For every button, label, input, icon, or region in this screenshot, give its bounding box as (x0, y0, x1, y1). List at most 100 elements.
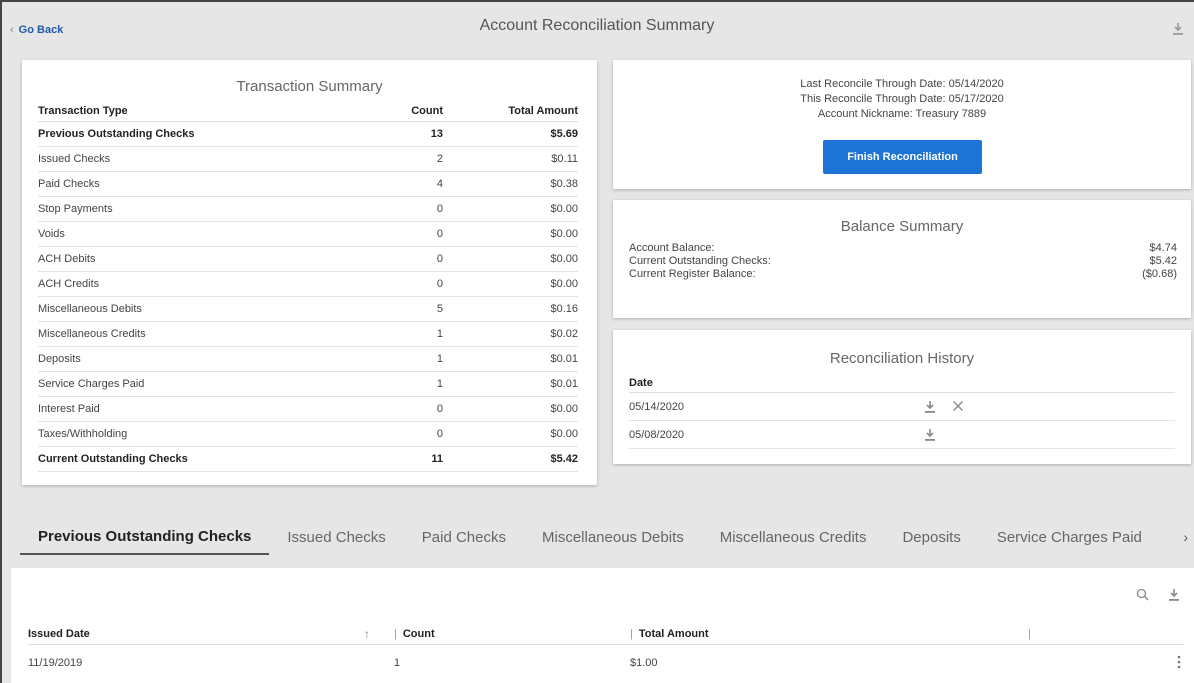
cell-count: 11 (431, 453, 443, 465)
balance-summary-title: Balance Summary (840, 218, 964, 235)
table-row: ACH Debits 0 $0.00 (38, 247, 578, 272)
cell-total-amount: $5.42 (550, 453, 578, 465)
column-header-date: Date (629, 373, 1175, 393)
cell-count: 1 (436, 353, 443, 365)
detail-table-header: Issued Date ↑ | Count | Total Amount | (28, 623, 1184, 645)
column-header-count: Count (411, 104, 443, 117)
table-row: Deposits 1 $0.01 (38, 347, 578, 372)
balance-value: $4.74 (1149, 242, 1177, 254)
transaction-summary-title: Transaction Summary (236, 78, 383, 95)
cell-count: 5 (436, 303, 443, 315)
sort-ascending-icon[interactable]: ↑ (364, 627, 394, 641)
download-icon[interactable] (924, 428, 938, 442)
download-icon[interactable] (1172, 22, 1186, 38)
balance-row: Account Balance: $4.74 (629, 242, 1177, 255)
history-date: 05/14/2020 (629, 400, 685, 413)
cell-count: 0 (436, 403, 443, 415)
cell-total-amount: $0.38 (550, 178, 578, 190)
table-row: Paid Checks 4 $0.38 (38, 172, 578, 197)
tab-deposits[interactable]: Deposits (902, 529, 960, 554)
tab-paid-checks[interactable]: Paid Checks (422, 529, 506, 554)
column-header-transaction-type: Transaction Type (38, 104, 128, 117)
cell-transaction-type: Miscellaneous Credits (38, 328, 146, 340)
column-header-count[interactable]: Count (403, 628, 435, 640)
column-header-total-amount[interactable]: Total Amount (639, 628, 709, 640)
tab-issued-checks[interactable]: Issued Checks (287, 529, 385, 554)
table-row: Taxes/Withholding 0 $0.00 (38, 422, 578, 447)
balance-value: ($0.68) (1142, 268, 1177, 280)
cell-transaction-type: ACH Debits (38, 253, 96, 265)
cell-transaction-type: Deposits (38, 353, 81, 365)
last-reconcile-date: Last Reconcile Through Date: 05/14/2020 (800, 78, 1004, 90)
cell-total-amount: $1.00 (630, 657, 658, 669)
cell-count: 0 (436, 278, 443, 290)
cell-transaction-type: Previous Outstanding Checks (38, 128, 195, 140)
finish-reconciliation-button[interactable]: Finish Reconciliation (823, 140, 982, 174)
column-separator: | (1028, 627, 1031, 640)
table-row: Miscellaneous Debits 5 $0.16 (38, 297, 578, 322)
chevron-right-icon[interactable]: › (1183, 529, 1188, 545)
tab-miscellaneous-credits[interactable]: Miscellaneous Credits (720, 529, 867, 554)
cell-transaction-type: Current Outstanding Checks (38, 453, 188, 465)
cell-transaction-type: Stop Payments (38, 203, 113, 215)
table-row: Issued Checks 2 $0.11 (38, 147, 578, 172)
cell-transaction-type: Paid Checks (38, 178, 100, 190)
search-icon[interactable] (1136, 588, 1150, 602)
reconcile-info-card: Last Reconcile Through Date: 05/14/2020 … (613, 60, 1191, 189)
cell-total-amount: $0.02 (550, 328, 578, 340)
balance-label: Account Balance: (629, 242, 715, 254)
reconciliation-history-title: Reconciliation History (829, 350, 975, 367)
cell-count: 0 (436, 253, 443, 265)
tab-service-charges-paid[interactable]: Service Charges Paid (997, 529, 1142, 554)
balance-summary-rows: Account Balance: $4.74 Current Outstandi… (629, 242, 1177, 281)
cell-transaction-type: Interest Paid (38, 403, 100, 415)
cell-total-amount: $0.00 (550, 203, 578, 215)
download-icon[interactable] (1168, 588, 1182, 602)
table-row: ACH Credits 0 $0.00 (38, 272, 578, 297)
detail-table-panel: Issued Date ↑ | Count | Total Amount | 1… (11, 568, 1194, 683)
page-title: Account Reconciliation Summary (479, 17, 715, 34)
cell-transaction-type: ACH Credits (38, 278, 100, 290)
cell-total-amount: $0.16 (550, 303, 578, 315)
transaction-summary-card: Transaction Summary Transaction Type Cou… (22, 60, 597, 485)
cell-total-amount: $0.11 (551, 153, 578, 165)
table-row: 11/19/2019 1 $1.00 (28, 650, 1184, 676)
page-header: ‹ Go Back Account Reconciliation Summary (0, 0, 1194, 58)
table-row: Interest Paid 0 $0.00 (38, 397, 578, 422)
cell-total-amount: $0.00 (550, 403, 578, 415)
cell-total-amount: $0.00 (550, 253, 578, 265)
column-header-issued-date[interactable]: Issued Date (28, 628, 364, 640)
balance-label: Current Register Balance: (629, 268, 756, 280)
cell-count: 4 (436, 178, 443, 190)
close-icon[interactable] (952, 400, 966, 414)
cell-issued-date: 11/19/2019 (28, 657, 83, 669)
balance-summary-card: Balance Summary Account Balance: $4.74 C… (613, 200, 1191, 318)
cell-count: 1 (436, 328, 443, 340)
download-icon[interactable] (924, 400, 938, 414)
more-options-icon[interactable] (1176, 654, 1182, 672)
history-row: 05/14/2020 (629, 393, 1175, 421)
transaction-summary-table: Transaction Type Count Total Amount Prev… (38, 100, 578, 472)
cell-total-amount: $0.00 (550, 278, 578, 290)
cell-count: 2 (436, 153, 443, 165)
cell-transaction-type: Voids (38, 228, 65, 240)
detail-toolbar (1136, 588, 1182, 602)
tab-previous-outstanding-checks[interactable]: Previous Outstanding Checks (20, 528, 270, 555)
column-separator: | (630, 627, 633, 640)
cell-count: 1 (436, 378, 443, 390)
history-date: 05/08/2020 (629, 428, 685, 441)
table-row: Service Charges Paid 1 $0.01 (38, 372, 578, 397)
column-header-count-wrap: | Count (394, 628, 630, 640)
balance-row: Current Outstanding Checks: $5.42 (629, 255, 1177, 268)
column-header-amount-wrap: | Total Amount (630, 628, 1028, 640)
column-header-total-amount: Total Amount (508, 104, 578, 117)
cell-count: 0 (436, 228, 443, 240)
cell-count: 0 (436, 203, 443, 215)
account-nickname: Account Nickname: Treasury 7889 (817, 108, 987, 120)
cell-transaction-type: Taxes/Withholding (38, 428, 128, 440)
table-row: Voids 0 $0.00 (38, 222, 578, 247)
table-row: Miscellaneous Credits 1 $0.02 (38, 322, 578, 347)
tab-miscellaneous-debits[interactable]: Miscellaneous Debits (542, 529, 684, 554)
balance-label: Current Outstanding Checks: (629, 255, 771, 267)
history-row: 05/08/2020 (629, 421, 1175, 449)
